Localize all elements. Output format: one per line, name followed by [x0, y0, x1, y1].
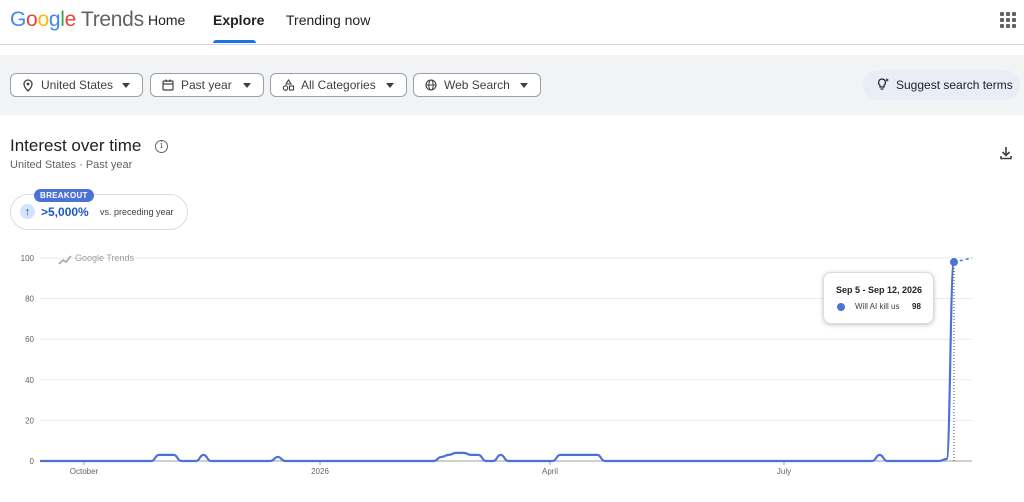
y-tick-label: 20 — [25, 416, 34, 425]
watermark-label: Google Trends — [75, 253, 135, 263]
chevron-down-icon — [520, 82, 528, 88]
nav-trending-now[interactable]: Trending now — [286, 12, 370, 28]
time-range-label: Past year — [181, 78, 232, 92]
location-pin-icon — [21, 78, 35, 92]
y-tick-label: 100 — [21, 254, 35, 263]
tooltip-term: Will AI kill us — [855, 302, 900, 311]
chevron-down-icon — [243, 82, 251, 88]
x-tick-label: July — [777, 467, 791, 476]
hovered-data-point[interactable] — [950, 258, 958, 267]
y-tick-label: 0 — [30, 457, 35, 466]
chart-tooltip: Sep 5 - Sep 12, 2026 Will AI kill us 98 — [823, 272, 934, 324]
location-label: United States — [41, 78, 114, 92]
y-tick-label: 40 — [25, 376, 34, 385]
section-title: Interest over time — [10, 136, 142, 155]
calendar-icon — [161, 78, 175, 92]
series-color-dot — [837, 303, 845, 311]
location-dropdown[interactable]: United States — [10, 73, 143, 97]
y-tick-label: 80 — [25, 295, 34, 304]
info-icon[interactable]: i — [155, 140, 168, 153]
nav-explore[interactable]: Explore — [213, 12, 264, 28]
search-type-label: Web Search — [444, 78, 510, 92]
time-range-dropdown[interactable]: Past year — [150, 73, 264, 97]
top-bar: Google Trends Home Explore Trending now — [0, 0, 1024, 45]
section-subtitle: United States · Past year — [10, 159, 133, 171]
x-tick-label: October — [70, 467, 99, 476]
logo-google: Google — [10, 8, 76, 31]
nav-home[interactable]: Home — [148, 12, 185, 28]
active-tab-indicator — [213, 40, 256, 43]
x-tick-label: April — [542, 467, 558, 476]
apps-grid-icon[interactable] — [1000, 12, 1016, 28]
globe-icon — [424, 78, 438, 92]
logo-trends: Trends — [80, 8, 144, 31]
trends-watermark-icon — [58, 255, 72, 265]
download-icon[interactable] — [998, 145, 1014, 166]
suggest-label: Suggest search terms — [896, 78, 1013, 92]
chevron-down-icon — [386, 82, 394, 88]
category-icon — [281, 78, 295, 92]
tooltip-date: Sep 5 - Sep 12, 2026 — [836, 285, 923, 295]
category-dropdown[interactable]: All Categories — [270, 73, 407, 97]
breakout-subtext: vs. preceding year — [100, 207, 174, 217]
suggest-search-terms-button[interactable]: Suggest search terms — [863, 70, 1020, 100]
google-trends-logo[interactable]: Google Trends — [10, 8, 144, 32]
breakout-value: >5,000% — [41, 205, 89, 219]
category-label: All Categories — [301, 78, 376, 92]
x-tick-label: 2026 — [311, 467, 329, 476]
breakout-badge: BREAKOUT — [34, 189, 94, 202]
chevron-down-icon — [122, 82, 130, 88]
tooltip-value: 98 — [912, 302, 921, 311]
series-line — [40, 260, 956, 463]
arrow-up-icon: ↑ — [20, 204, 35, 219]
search-type-dropdown[interactable]: Web Search — [413, 73, 541, 97]
y-tick-label: 60 — [25, 335, 34, 344]
suggest-sparkle-icon — [877, 77, 890, 94]
